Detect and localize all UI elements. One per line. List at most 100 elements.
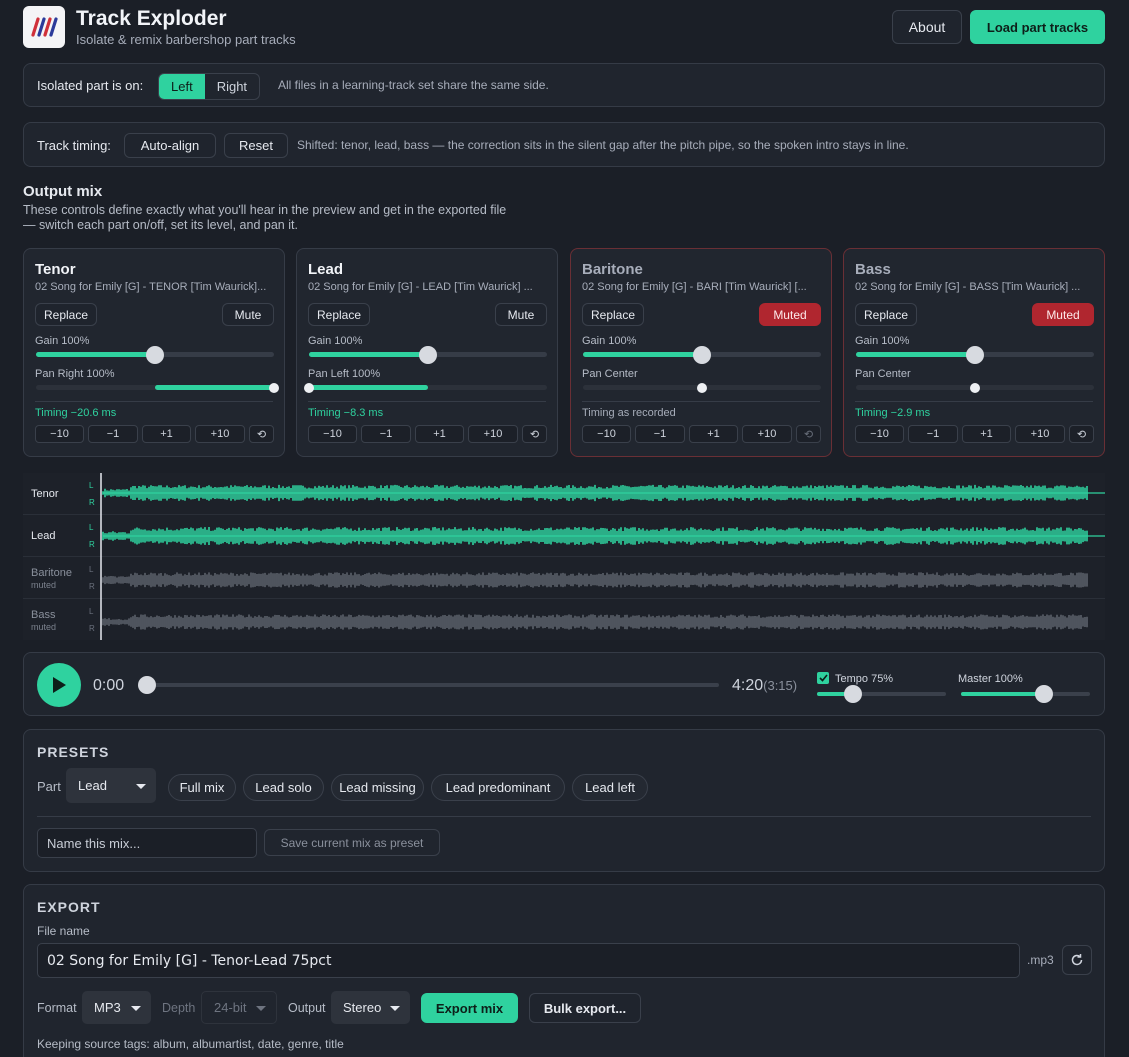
timing-label: Timing −8.3 ms [308, 407, 384, 419]
play-button[interactable] [37, 663, 81, 707]
seek-knob[interactable] [138, 676, 156, 694]
file-name-label: File name [37, 924, 90, 938]
side-right-option[interactable]: Right [205, 74, 259, 99]
part-file-name: 02 Song for Emily [G] - BARI [Tim Wauric… [582, 281, 807, 293]
check-icon [818, 674, 828, 682]
pan-knob[interactable] [970, 382, 980, 393]
mute-button[interactable]: Mute [495, 303, 547, 326]
pan-knob[interactable] [269, 382, 279, 393]
pan-label: Pan Left 100% [308, 368, 381, 380]
tempo-knob[interactable] [844, 685, 863, 703]
channel-left-label: L [89, 481, 94, 490]
pan-slider[interactable] [304, 382, 547, 393]
timing-nudge-button[interactable]: +10 [195, 425, 245, 443]
duration: 4:20(3:15) [732, 677, 797, 695]
timing-nudge-button[interactable]: +1 [962, 425, 1011, 443]
pan-slider[interactable] [856, 382, 1094, 393]
timing-nudge-button[interactable]: −1 [908, 425, 958, 443]
mute-button[interactable]: Muted [759, 303, 821, 326]
timing-nudge-button[interactable]: +10 [742, 425, 792, 443]
app-logo [23, 6, 65, 48]
about-button[interactable]: About [892, 10, 962, 44]
gain-slider[interactable] [856, 346, 1094, 364]
pan-knob[interactable] [304, 382, 314, 393]
timing-note: Shifted: tenor, lead, bass — the correct… [297, 138, 909, 152]
timing-reset-icon[interactable]: ⟲ [796, 425, 821, 443]
timing-label: Timing −2.9 ms [855, 407, 931, 419]
refresh-filename-button[interactable] [1062, 945, 1092, 975]
timing-nudge-button[interactable]: −1 [635, 425, 685, 443]
bulk-export-button[interactable]: Bulk export... [529, 993, 641, 1023]
gain-label: Gain 100% [582, 335, 637, 347]
gain-slider[interactable] [309, 346, 547, 364]
pan-slider[interactable] [36, 382, 279, 393]
replace-button[interactable]: Replace [582, 303, 645, 326]
waveform-muted-tag: muted [31, 580, 57, 590]
timing-reset-icon[interactable]: ⟲ [522, 425, 547, 443]
part-select[interactable]: Lead [66, 768, 156, 803]
output-mix-desc-2: — switch each part on/off, set its level… [23, 218, 298, 232]
gain-knob[interactable] [146, 346, 164, 364]
waveform-part-name: Tenor [31, 488, 59, 500]
timing-reset-icon[interactable]: ⟲ [1069, 425, 1094, 443]
preset-button-lead-left[interactable]: Lead left [572, 774, 648, 801]
mute-button[interactable]: Mute [222, 303, 274, 326]
timing-nudge-button[interactable]: −10 [582, 425, 631, 443]
gain-knob[interactable] [419, 346, 437, 364]
timing-nudge-button[interactable]: −1 [88, 425, 138, 443]
gain-knob[interactable] [693, 346, 711, 364]
timing-nudge-button[interactable]: −10 [308, 425, 357, 443]
seek-slider[interactable] [138, 676, 719, 694]
preset-button-lead-missing[interactable]: Lead missing [331, 774, 424, 801]
waveform-svg[interactable] [23, 473, 1105, 640]
auto-align-button[interactable]: Auto-align [124, 133, 216, 158]
gain-slider[interactable] [583, 346, 821, 364]
tempo-checkbox[interactable] [817, 672, 829, 684]
channel-right-label: R [89, 498, 95, 507]
gain-slider[interactable] [36, 346, 274, 364]
pan-fill [309, 385, 428, 390]
depth-select[interactable]: 24-bit [201, 991, 277, 1024]
tempo-slider[interactable] [817, 685, 946, 703]
output-select[interactable]: Stereo [331, 991, 410, 1024]
mute-button[interactable]: Muted [1032, 303, 1094, 326]
replace-button[interactable]: Replace [308, 303, 371, 326]
preset-button-lead-solo[interactable]: Lead solo [243, 774, 324, 801]
save-preset-button[interactable]: Save current mix as preset [264, 829, 440, 856]
timing-nudge-button[interactable]: −10 [855, 425, 904, 443]
part-card-lead: Lead 02 Song for Emily [G] - LEAD [Tim W… [296, 248, 558, 457]
timing-nudge-button[interactable]: −1 [361, 425, 411, 443]
waveform-area[interactable]: Tenor L R Lead L R Baritone muted L R Bass muted L R [23, 473, 1105, 640]
export-mix-button[interactable]: Export mix [421, 993, 518, 1023]
timing-reset-button[interactable]: Reset [224, 133, 288, 158]
file-name-input[interactable]: 02 Song for Emily [G] - Tenor-Lead 75pct [37, 943, 1020, 978]
part-name: Lead [308, 261, 344, 278]
preset-name-input[interactable]: Name this mix... [37, 828, 257, 858]
channel-left-label: L [89, 523, 94, 532]
master-slider[interactable] [961, 685, 1090, 703]
isolated-side-toggle: Left Right [158, 73, 261, 100]
timing-nudge-button[interactable]: +1 [689, 425, 738, 443]
timing-nudge-button[interactable]: +1 [415, 425, 464, 443]
timing-nudge-button[interactable]: +10 [1015, 425, 1065, 443]
load-part-tracks-button[interactable]: Load part tracks [970, 10, 1105, 44]
timing-reset-icon[interactable]: ⟲ [249, 425, 274, 443]
channel-right-label: R [89, 624, 95, 633]
replace-button[interactable]: Replace [35, 303, 98, 326]
timing-nudge-button[interactable]: +10 [468, 425, 518, 443]
preset-button-full-mix[interactable]: Full mix [168, 774, 236, 801]
replace-button[interactable]: Replace [855, 303, 918, 326]
timing-nudge-button[interactable]: +1 [142, 425, 191, 443]
output-mix-desc-1: These controls define exactly what you'l… [23, 203, 507, 217]
preset-button-lead-predominant[interactable]: Lead predominant [431, 774, 565, 801]
side-left-option[interactable]: Left [159, 74, 205, 99]
master-knob[interactable] [1034, 685, 1053, 703]
timing-nudge-button[interactable]: −10 [35, 425, 84, 443]
pan-slider[interactable] [583, 382, 821, 393]
format-select[interactable]: MP3 [82, 991, 151, 1024]
pan-knob[interactable] [697, 382, 707, 393]
format-label: Format [37, 1001, 77, 1015]
master-fill [961, 692, 1044, 696]
gain-knob[interactable] [966, 346, 984, 364]
waveform-label: Bass muted [31, 609, 56, 632]
